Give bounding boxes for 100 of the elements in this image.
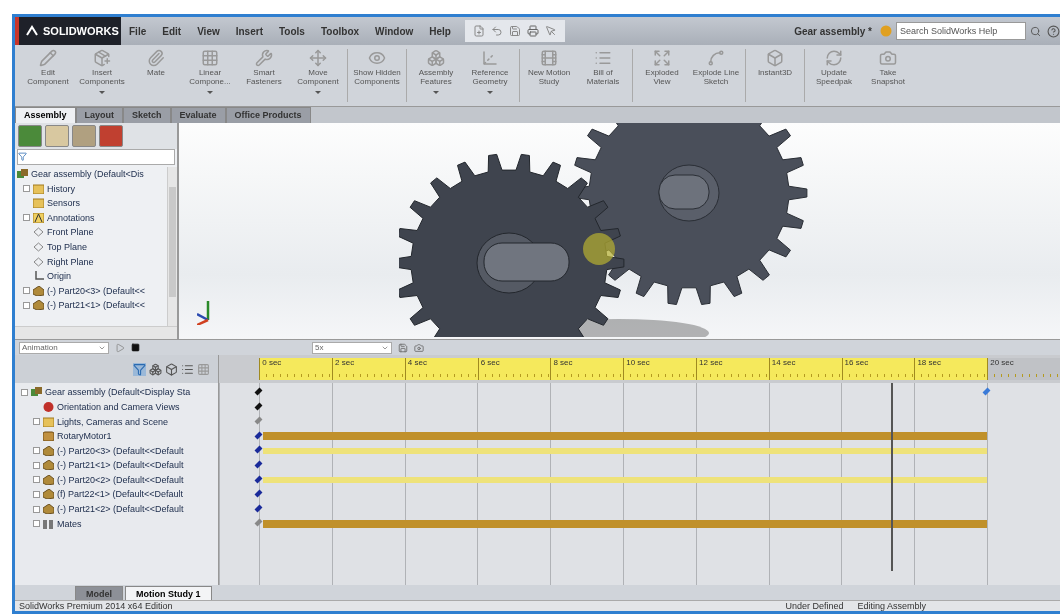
menu-item[interactable]: Edit [154, 25, 190, 37]
boxes-icon[interactable] [149, 362, 163, 376]
assembly-icon [31, 387, 42, 398]
tree-item[interactable]: Sensors [47, 198, 81, 209]
scrollbar[interactable] [167, 166, 177, 327]
ribbon-button[interactable]: New Motion Study [522, 45, 576, 105]
filter-icon[interactable] [133, 362, 147, 376]
scrollbar[interactable] [15, 326, 177, 340]
ribbon-button[interactable]: Bill of Materials [576, 45, 630, 105]
ribbon-button[interactable]: Linear Compone... [183, 45, 237, 105]
ribbon-button[interactable]: Instant3D [748, 45, 802, 105]
tree-item[interactable]: Right Plane [47, 256, 94, 267]
ribbon-button[interactable]: Show Hidden Components [350, 45, 404, 105]
definition-status: Under Defined [785, 601, 844, 611]
tree-item[interactable]: Front Plane [47, 227, 94, 238]
motion-tree-item[interactable]: (-) Part20<3> (Default<<Default [57, 445, 184, 456]
ribbon-button[interactable]: Update Speedpak [807, 45, 861, 105]
motion-tree-item[interactable]: (-) Part21<1> (Default<<Default [57, 460, 184, 471]
camera-icon[interactable] [414, 342, 424, 353]
configuration-tab[interactable] [72, 124, 96, 147]
scrollbar-thumb[interactable] [169, 186, 176, 297]
property-tab[interactable] [45, 124, 69, 147]
menu-item[interactable]: Tools [270, 25, 313, 37]
key-point[interactable] [254, 475, 263, 484]
menu-item[interactable]: Toolbox [312, 25, 368, 37]
study-tab[interactable]: Model [75, 586, 123, 600]
study-tab[interactable]: Motion Study 1 [125, 586, 212, 600]
undo-icon[interactable] [490, 25, 503, 37]
study-type-dropdown[interactable]: Animation [19, 341, 109, 354]
menu-item[interactable]: View [189, 25, 228, 37]
timeline-tick: 16 sec [841, 358, 915, 380]
expand-icon[interactable] [23, 301, 30, 309]
ribbon-button[interactable]: Reference Geometry [463, 45, 517, 105]
new-file-icon[interactable] [472, 25, 485, 37]
menu-item[interactable]: File [121, 25, 155, 37]
motion-tree-item[interactable]: Mates [57, 518, 82, 529]
key-point[interactable] [254, 504, 263, 513]
tree-item[interactable]: Gear assembly (Default<Dis [17, 166, 167, 182]
timeline-tick: 8 sec [550, 358, 624, 380]
motion-tree-item[interactable]: RotaryMotor1 [57, 431, 112, 442]
motion-tree-item[interactable]: Orientation and Camera Views [57, 401, 180, 412]
mates-icon [43, 518, 54, 529]
ribbon-button[interactable]: Assembly Features [409, 45, 463, 105]
key-point[interactable] [254, 431, 263, 440]
motion-tree-item[interactable]: (-) Part20<2> (Default<<Default [57, 474, 184, 485]
folder-icon [43, 416, 54, 427]
part-icon [43, 460, 54, 471]
part-icon [43, 445, 54, 456]
display-tab[interactable] [99, 124, 123, 147]
expand-icon[interactable] [21, 388, 28, 396]
key-point[interactable] [254, 402, 263, 411]
key-point[interactable] [254, 489, 263, 498]
save-icon[interactable] [508, 25, 521, 37]
tree-item[interactable]: (-) Part21<1> (Default<< [47, 300, 146, 311]
motion-tree-item[interactable]: Gear assembly (Default<Display Sta [45, 387, 191, 398]
camera-icon [879, 49, 897, 67]
search-icon[interactable] [1030, 25, 1041, 37]
cube-icon[interactable] [165, 362, 179, 376]
list-icon[interactable] [181, 362, 195, 376]
key-point[interactable] [254, 445, 263, 454]
key-point[interactable] [254, 460, 263, 469]
save-icon[interactable] [398, 342, 408, 353]
speed-dropdown[interactable]: 5x [312, 341, 392, 354]
tree-item[interactable]: Origin [47, 271, 71, 282]
tree-item[interactable]: Top Plane [47, 242, 88, 252]
motion-tree-item[interactable]: Lights, Cameras and Scene [57, 416, 169, 427]
key-point[interactable] [254, 387, 263, 396]
tree-item[interactable]: Annotations [47, 212, 95, 223]
ribbon-button[interactable]: Take Snapshot [861, 45, 915, 105]
expand-icon[interactable] [23, 214, 30, 222]
tree-item[interactable]: (-) Part20<3> (Default<< [47, 285, 146, 296]
expand-icon[interactable] [23, 185, 30, 193]
expand-icon[interactable] [33, 418, 40, 425]
ribbon-button[interactable]: Insert Components [75, 45, 129, 105]
time-bar[interactable] [890, 383, 893, 572]
tree-item[interactable]: History [47, 183, 75, 194]
motion-tree-item[interactable]: (-) Part21<2> (Default<<Default [57, 504, 184, 515]
feature-tree-tab[interactable] [18, 124, 42, 147]
stop-icon[interactable] [131, 343, 140, 353]
plane-icon [33, 256, 44, 267]
pointer-icon[interactable] [544, 25, 557, 37]
menu-item[interactable]: Insert [227, 25, 271, 37]
ribbon-button[interactable]: Explode Line Sketch [689, 45, 743, 105]
ribbon-button[interactable]: Smart Fasteners [237, 45, 291, 105]
motion-tree-item[interactable]: (f) Part22<1> (Default<<Default [57, 489, 184, 500]
menu-item[interactable]: Help [421, 25, 459, 37]
ribbon-button[interactable]: Edit Component [21, 45, 75, 105]
ribbon-button[interactable]: Mate [129, 45, 183, 105]
search-field[interactable]: Search SolidWorks Help [896, 22, 1026, 40]
wrench-icon [255, 49, 273, 67]
expand-icon[interactable] [23, 287, 30, 295]
origin-icon [33, 271, 44, 282]
menu-item[interactable]: Window [367, 25, 422, 37]
timeline-tick: 0 sec [259, 358, 333, 380]
printer-icon[interactable] [526, 25, 539, 37]
ribbon-button[interactable]: Exploded View [635, 45, 689, 105]
play-icon[interactable] [115, 342, 125, 353]
ribbon-button[interactable]: Move Component [291, 45, 345, 105]
help-icon[interactable] [1047, 24, 1060, 38]
filter-icon[interactable] [18, 152, 27, 162]
